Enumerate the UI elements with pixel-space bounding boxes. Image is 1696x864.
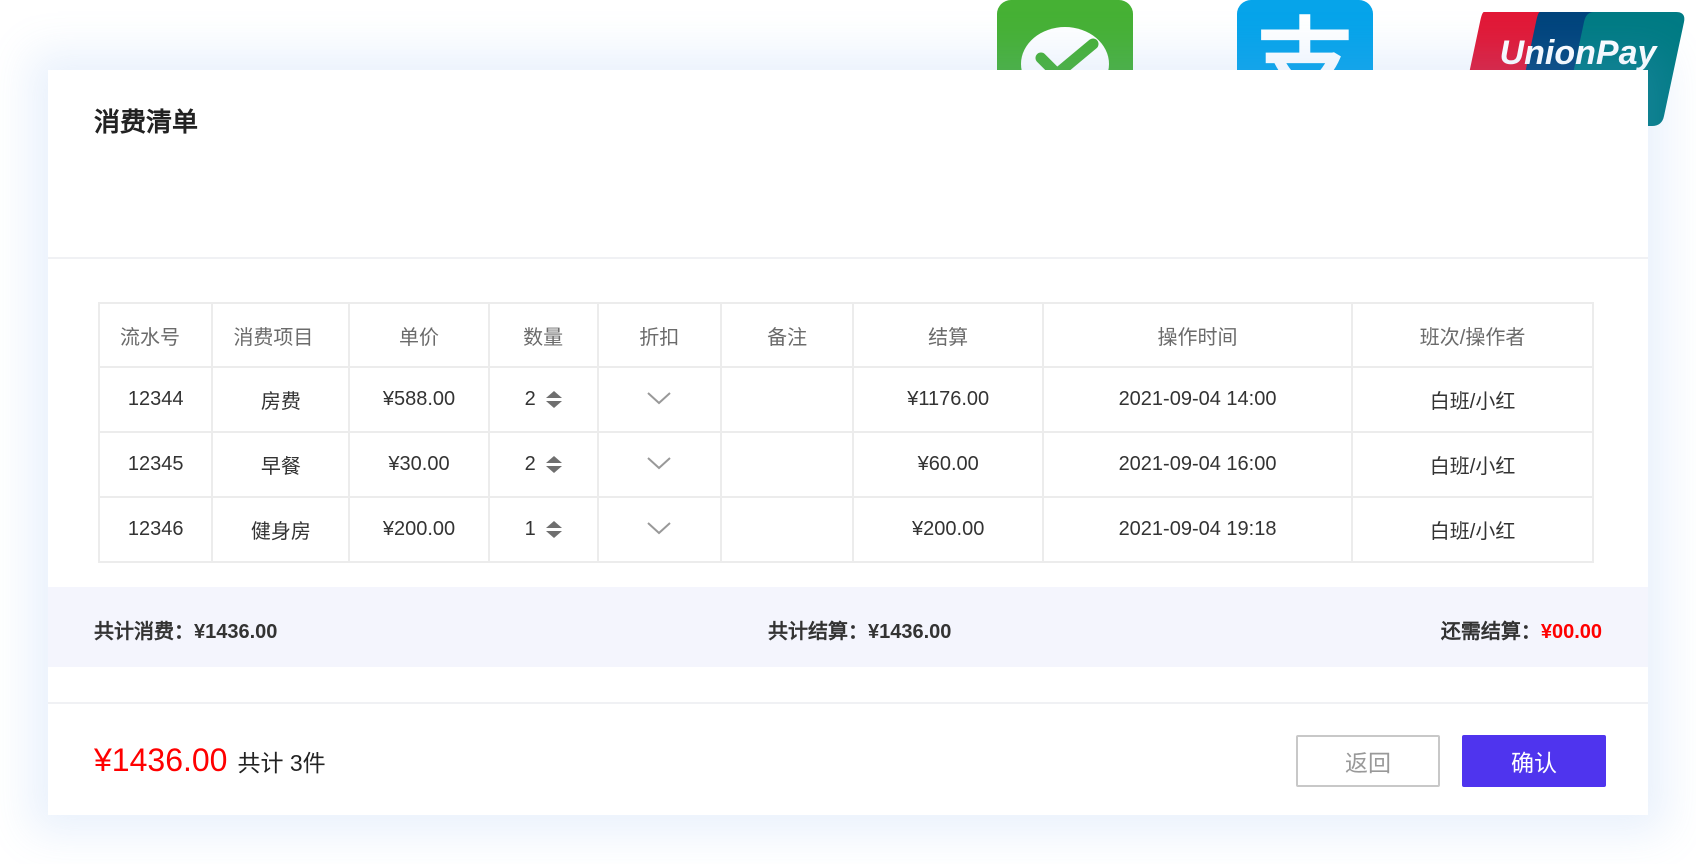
back-button[interactable]: 返回 [1296,735,1440,787]
chevron-down-icon[interactable] [646,518,672,541]
total-consume-value: ¥1436.00 [194,621,278,643]
table-header-row: 流水号 消费项目 单价 数量 折扣 备注 结算 操作时间 班次/操作者 [97,302,1594,368]
cell-serial: 12346 [97,496,214,563]
header-note: 备注 [719,302,855,368]
qty-stepper[interactable] [545,391,562,408]
cell-note [719,431,855,498]
cell-qty: 2 [487,366,599,433]
cell-note [719,366,855,433]
cell-serial: 12344 [97,366,214,433]
table-row: 12346 健身房 ¥200.00 1 ¥200.00 2021-09-04 1… [97,496,1594,563]
cell-discount[interactable] [596,366,722,433]
cell-qty: 1 [487,496,599,563]
header-price: 单价 [348,302,490,368]
bill-table-container: 流水号 消费项目 单价 数量 折扣 备注 结算 操作时间 班次/操作者 1234… [97,302,1594,563]
qty-stepper[interactable] [545,456,562,473]
bottom-divider [48,702,1648,704]
cell-price: ¥30.00 [348,431,490,498]
total-price: ¥1436.00 [94,742,228,778]
remaining-value: ¥00.00 [1540,621,1602,643]
cell-price: ¥200.00 [348,496,490,563]
cell-serial: 12345 [97,431,214,498]
cell-time: 2021-09-04 14:00 [1041,366,1354,433]
cell-discount[interactable] [596,496,722,563]
unionpay-text: UnionPay [1500,34,1659,72]
cell-operator: 白班/小红 [1351,366,1594,433]
cell-settle: ¥200.00 [852,496,1044,563]
cell-operator: 白班/小红 [1351,431,1594,498]
total-settle-value: ¥1436.00 [868,621,952,643]
cell-settle: ¥60.00 [852,431,1044,498]
qty-value: 1 [524,518,536,540]
total-settle-label: 共计结算： [768,621,868,643]
cell-time: 2021-09-04 16:00 [1041,431,1354,498]
cell-note [719,496,855,563]
qty-value: 2 [524,388,536,410]
table-row: 12345 早餐 ¥30.00 2 ¥60.00 2021-09-04 16:0… [97,431,1594,498]
cell-item: 早餐 [211,431,351,498]
cell-discount[interactable] [596,431,722,498]
qty-stepper[interactable] [545,521,562,538]
total-count: 共计 3件 [237,750,326,776]
header-discount: 折扣 [596,302,722,368]
footer-total: ¥1436.00 共计 3件 [94,742,326,779]
card-title: 消费清单 [94,107,199,137]
header-qty: 数量 [487,302,599,368]
stepper-up-icon[interactable] [545,391,562,398]
cell-item: 房费 [211,366,351,433]
cell-item: 健身房 [211,496,351,563]
chevron-down-icon[interactable] [646,453,672,476]
stepper-up-icon[interactable] [545,456,562,463]
cell-price: ¥588.00 [348,366,490,433]
total-settle: 共计结算：¥1436.00 [768,615,951,644]
confirm-button[interactable]: 确认 [1462,735,1606,787]
header-settle: 结算 [852,302,1044,368]
cell-time: 2021-09-04 19:18 [1041,496,1354,563]
total-consume-label: 共计消费： [94,621,194,643]
total-consume: 共计消费：¥1436.00 [94,615,277,644]
top-divider [48,257,1648,259]
bill-card: 消费清单 流水号 消费项目 单价 数量 折扣 备注 结算 操作时间 班次/操作者 [48,70,1648,815]
stepper-down-icon[interactable] [545,466,562,473]
stepper-up-icon[interactable] [545,521,562,528]
cell-settle: ¥1176.00 [852,366,1044,433]
table-row: 12344 房费 ¥588.00 2 ¥1176.00 2021-09-04 1… [97,366,1594,433]
header-item: 消费项目 [211,302,351,368]
header-operator: 班次/操作者 [1351,302,1594,368]
cell-operator: 白班/小红 [1351,496,1594,563]
stepper-down-icon[interactable] [545,531,562,538]
bill-table: 流水号 消费项目 单价 数量 折扣 备注 结算 操作时间 班次/操作者 1234… [97,302,1594,563]
header-time: 操作时间 [1041,302,1354,368]
remaining-settle: 还需结算：¥00.00 [1441,615,1602,644]
qty-value: 2 [524,453,536,475]
header-serial: 流水号 [97,302,214,368]
stepper-down-icon[interactable] [545,401,562,408]
remaining-label: 还需结算： [1440,621,1541,643]
summary-bar: 共计消费：¥1436.00 共计结算：¥1436.00 还需结算：¥00.00 [48,587,1648,667]
cell-qty: 2 [487,431,599,498]
chevron-down-icon[interactable] [646,388,672,411]
